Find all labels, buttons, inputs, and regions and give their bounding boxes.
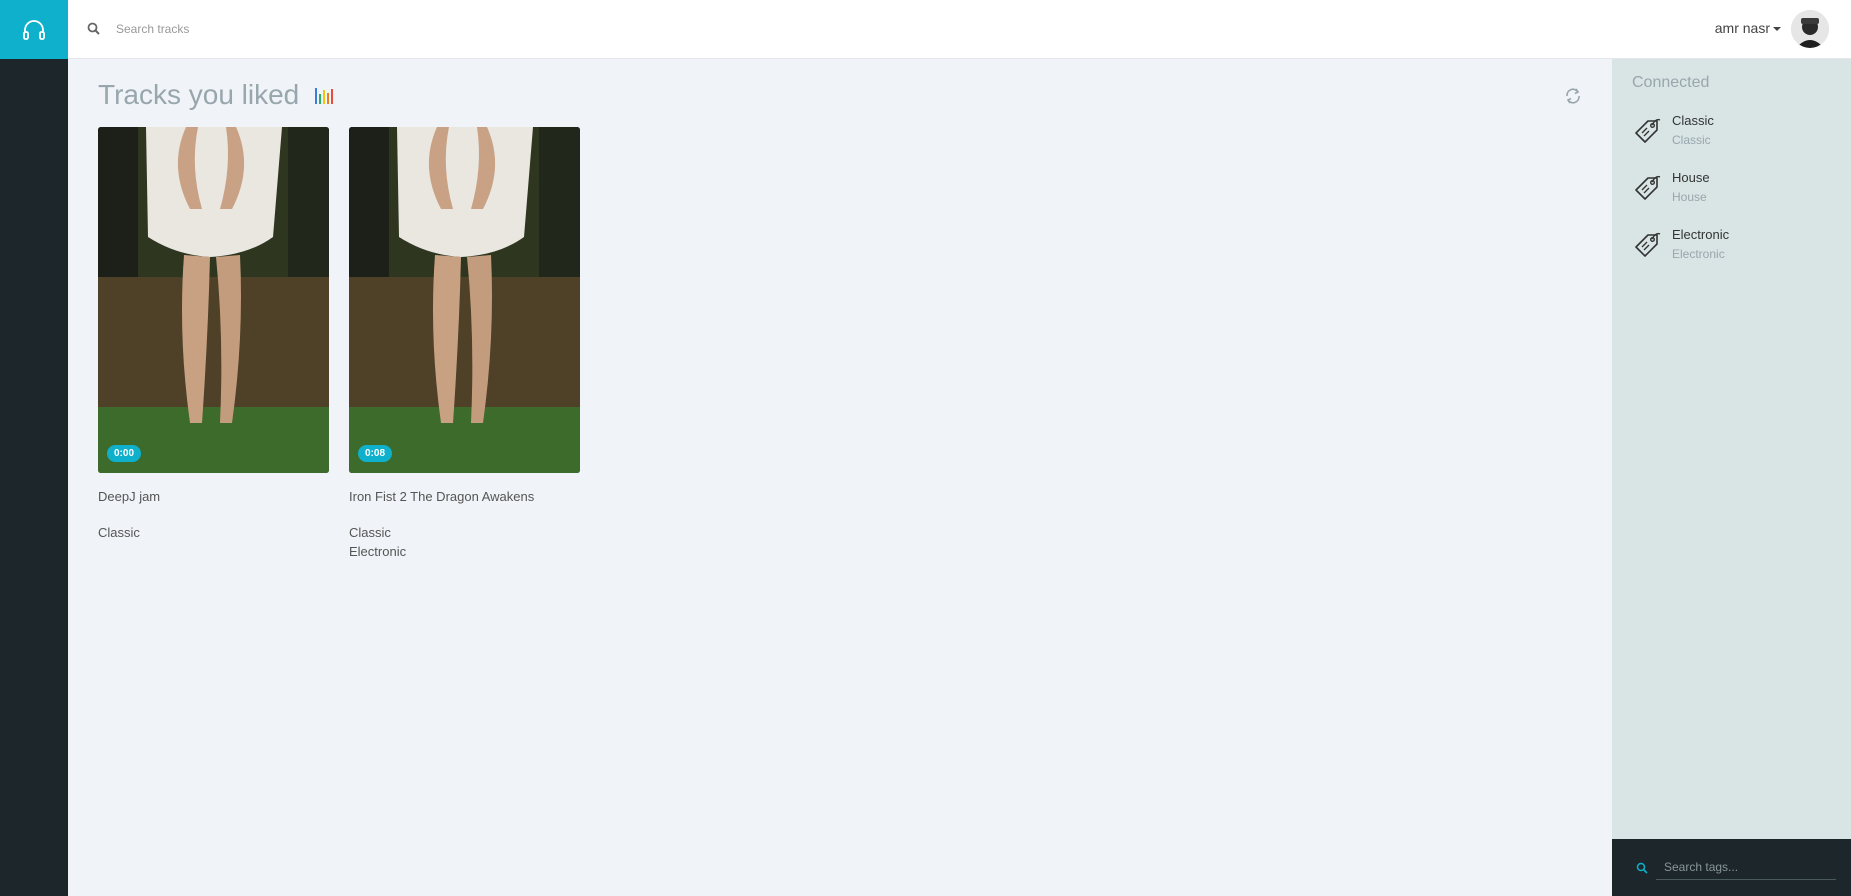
panel-title: Connected — [1632, 74, 1710, 91]
search-icon — [87, 22, 100, 35]
app-logo[interactable] — [0, 0, 68, 59]
left-sidebar — [0, 59, 68, 896]
track-title[interactable]: Iron Fist 2 The Dragon Awakens — [349, 489, 580, 504]
track-time-badge: 0:00 — [107, 445, 142, 462]
connected-panel: Connected Classic Classic House House El… — [1612, 59, 1851, 896]
equalizer-icon — [315, 86, 335, 104]
search-tracks-input[interactable] — [116, 18, 616, 40]
tag-icon — [1635, 175, 1661, 200]
tag-name: House — [1672, 170, 1710, 185]
user-menu[interactable]: amr nasr — [1715, 20, 1781, 36]
main-content: Tracks you liked 0:00 DeepJ jam Classic … — [68, 59, 1612, 896]
refresh-icon[interactable] — [1562, 85, 1584, 107]
headphones-icon — [23, 19, 45, 40]
track-title[interactable]: DeepJ jam — [98, 489, 329, 504]
user-name: amr nasr — [1714, 20, 1770, 36]
tag-name: Electronic — [1672, 227, 1730, 242]
track-tags: Classic — [98, 523, 329, 542]
search-tags-input[interactable] — [1656, 854, 1836, 880]
track-cover-image[interactable]: 0:08 — [349, 127, 580, 473]
tag-subtitle: Electronic — [1672, 247, 1725, 261]
tag-list: Classic Classic House House Electronic E… — [1632, 113, 1842, 284]
track-cover-image[interactable]: 0:00 — [98, 127, 329, 473]
tag-icon — [1635, 118, 1661, 143]
track-grid: 0:00 DeepJ jam Classic 0:08 Iron Fist 2 … — [98, 127, 580, 561]
tag-icon — [1635, 232, 1661, 257]
track-tag[interactable]: Classic — [98, 523, 329, 542]
tag-name: Classic — [1672, 113, 1714, 128]
tag-item-house[interactable]: House House — [1632, 170, 1842, 227]
track-time-badge: 0:08 — [358, 445, 393, 462]
track-tag[interactable]: Electronic — [349, 542, 580, 561]
chevron-down-icon — [1773, 27, 1781, 31]
avatar[interactable] — [1791, 10, 1829, 48]
tag-subtitle: Classic — [1672, 133, 1711, 147]
track-tag[interactable]: Classic — [349, 523, 580, 542]
page-title: Tracks you liked — [98, 79, 300, 110]
search-icon — [1636, 862, 1648, 874]
track-card[interactable]: 0:08 Iron Fist 2 The Dragon Awakens Clas… — [349, 127, 580, 561]
tag-search-bar — [1612, 839, 1851, 896]
tag-item-electronic[interactable]: Electronic Electronic — [1632, 227, 1842, 284]
track-card[interactable]: 0:00 DeepJ jam Classic — [98, 127, 329, 561]
tag-item-classic[interactable]: Classic Classic — [1632, 113, 1842, 170]
track-tags: Classic Electronic — [349, 523, 580, 561]
page-header: Tracks you liked — [98, 79, 335, 111]
tag-subtitle: House — [1672, 190, 1707, 204]
top-bar: amr nasr — [68, 0, 1851, 59]
